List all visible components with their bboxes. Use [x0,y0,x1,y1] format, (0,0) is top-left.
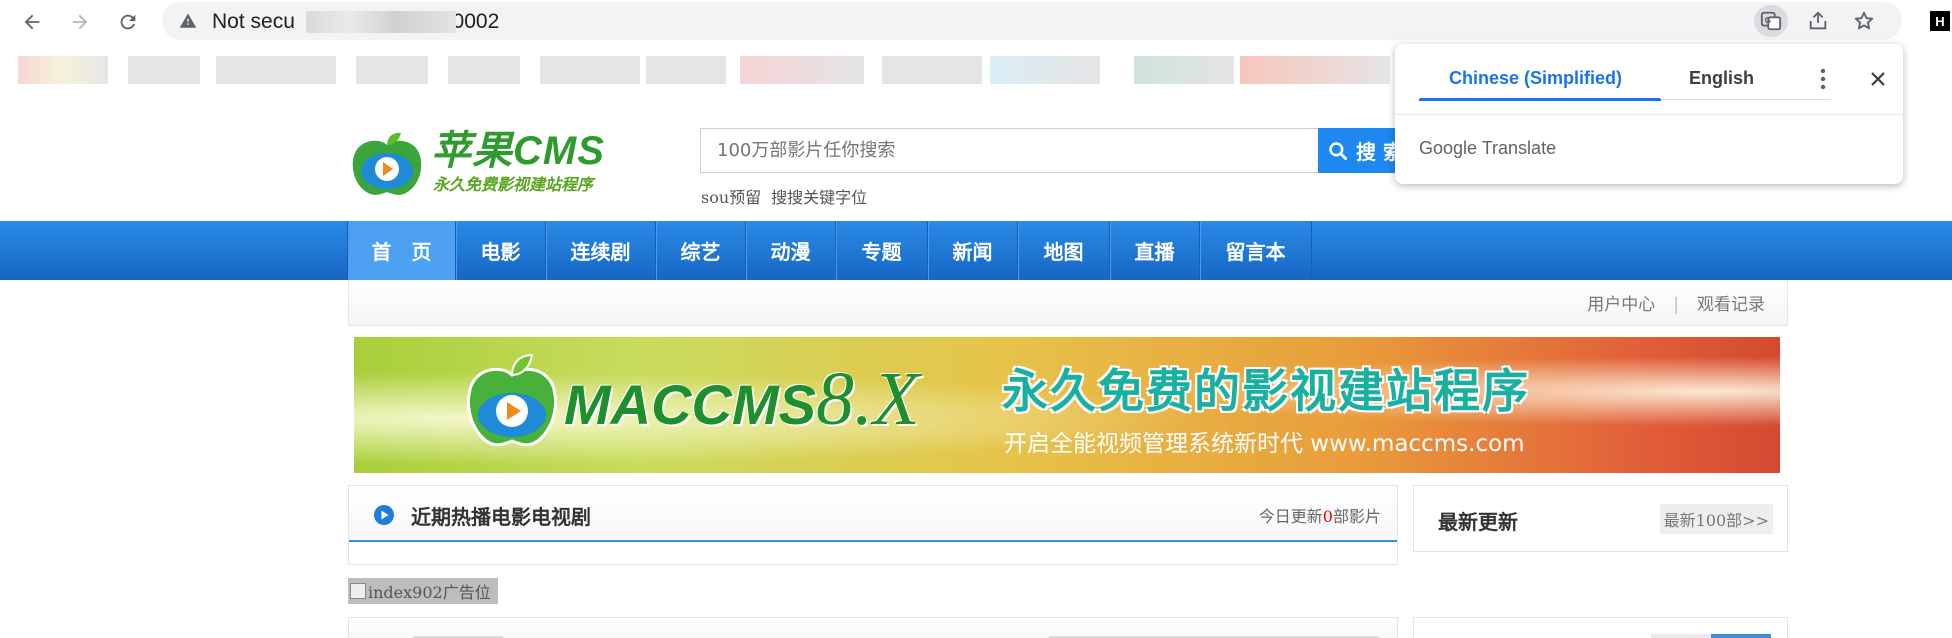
bookmark-item[interactable] [18,56,108,84]
bookmark-item[interactable] [1240,56,1390,84]
bookmark-item[interactable] [356,56,428,84]
hot-keywords: sou预留 搜搜关键字位 [701,184,877,208]
svg-text:G: G [1765,16,1771,25]
site-logo[interactable]: 苹果CMS 永久免费影视建站程序 [347,127,647,197]
tab[interactable] [1651,634,1711,638]
divider: | [1673,295,1679,315]
bookmark-item[interactable] [990,56,1100,84]
next-section-panel [348,617,1398,638]
address-bar[interactable]: Not secu 60002 G [162,2,1902,40]
banner-tagline: 开启全能视频管理系统新时代 www.maccms.com [1004,431,1525,457]
bookmark-item[interactable] [882,56,982,84]
nav-item-live[interactable]: 直播 [1110,221,1200,280]
more-options-icon[interactable] [1811,64,1835,94]
bookmark-item[interactable] [540,56,640,84]
nav-item-variety[interactable]: 综艺 [656,221,746,280]
bookmark-item[interactable] [448,56,520,84]
latest-updates-panel: 最新更新 最新100部>> [1413,485,1788,552]
more-link[interactable]: 最新100部>> [1659,504,1773,534]
main-navigation: 首 页 电影 连续剧 综艺 动漫 专题 新闻 地图 直播 留言本 [0,221,1952,280]
nav-item-news[interactable]: 新闻 [928,221,1018,280]
back-icon[interactable] [17,7,47,37]
today-update-count: 今日更新0部影片 [1258,507,1381,526]
user-center-link[interactable]: 用户中心 [1587,295,1655,315]
tab-english[interactable]: English [1689,68,1754,89]
panel-title: 近期热播电影电视剧 [411,505,591,529]
translate-tabs: Chinese (Simplified) English [1419,44,1831,101]
bookmark-item[interactable] [646,56,726,84]
forward-icon[interactable] [65,7,95,37]
url-redacted [306,11,456,33]
nav-item-map[interactable]: 地图 [1018,221,1110,280]
active-tab-indicator [1419,98,1661,101]
apple-logo-icon [352,132,422,195]
nav-item-movies[interactable]: 电影 [456,221,546,280]
warning-icon[interactable] [178,11,198,31]
tab[interactable] [1711,634,1771,638]
bookmark-item[interactable] [740,56,864,84]
nav-item-anime[interactable]: 动漫 [746,221,836,280]
next-side-panel [1413,617,1788,638]
logo-subtitle: 永久免费影视建站程序 [433,175,594,194]
google-translate-brand: Google Translate [1419,138,1557,158]
translate-popup: Chinese (Simplified) English Google Tran… [1395,44,1903,184]
bookmark-item[interactable] [128,56,200,84]
bookmark-item[interactable] [1134,56,1234,84]
translate-icon[interactable]: G [1754,5,1788,37]
nav-item-home[interactable]: 首 页 [348,221,456,280]
user-bar: 用户中心 | 观看记录 [348,281,1788,326]
reload-icon[interactable] [113,7,143,37]
logo-title: 苹果CMS [431,129,605,173]
nav-item-series[interactable]: 连续剧 [546,221,656,280]
hot-keyword-link[interactable]: 搜搜关键字位 [771,188,867,207]
ad-image-placeholder[interactable]: index902广告位 [348,578,498,604]
star-icon[interactable] [1847,5,1881,37]
play-circle-icon [374,505,394,525]
broken-image-icon [350,583,366,599]
watch-history-link[interactable]: 观看记录 [1697,295,1765,315]
divider [1395,114,1903,115]
tab-chinese-simplified[interactable]: Chinese (Simplified) [1449,68,1622,89]
banner-brand: MACCMS8.X [564,357,920,441]
search-input[interactable] [700,128,1320,173]
browser-toolbar: Not secu 60002 G H [0,0,1952,44]
apple-logo-icon [466,353,558,447]
banner-slogan: 永久免费的影视建站程序 [1002,364,1530,418]
panel-header: 近期热播电影电视剧 今日更新0部影片 [349,486,1397,542]
nav-item-guestbook[interactable]: 留言本 [1200,221,1312,280]
panel-title: 最新更新 [1438,510,1518,534]
hot-movies-panel: 近期热播电影电视剧 今日更新0部影片 [348,485,1398,565]
profile-avatar[interactable]: H [1930,11,1950,31]
hot-keyword-link[interactable]: sou预留 [701,188,761,207]
promo-banner[interactable]: MACCMS8.X 永久免费的影视建站程序 开启全能视频管理系统新时代 www.… [354,337,1780,473]
bookmark-item[interactable] [216,56,336,84]
share-icon[interactable] [1801,5,1835,37]
nav-item-topics[interactable]: 专题 [836,221,928,280]
search-icon [1329,141,1347,160]
ad-alt-text: index902广告位 [368,583,491,602]
close-icon[interactable] [1863,64,1893,94]
